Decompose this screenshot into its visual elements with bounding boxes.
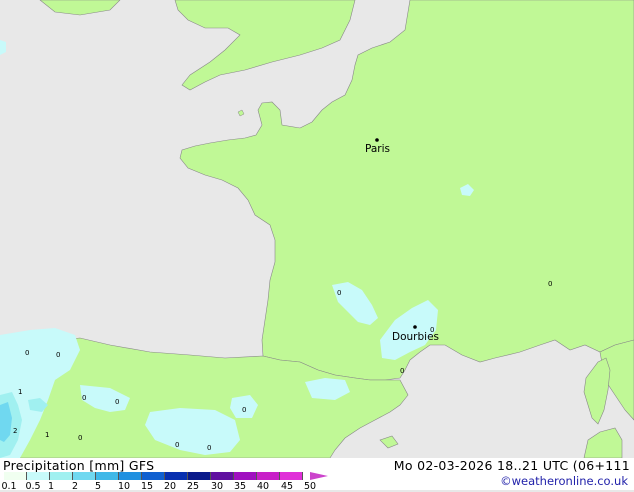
point-value: 0: [25, 349, 29, 357]
scale-tick-label: 10: [117, 481, 131, 492]
legend-datetime: Mo 02-03-2026 18..21 UTC (06+111: [393, 458, 630, 473]
city-marker-dourbies: [413, 325, 417, 329]
color-scale: [4, 472, 303, 480]
credit-link[interactable]: ©weatheronline.co.uk: [500, 474, 628, 488]
point-value: 0: [78, 434, 82, 442]
weather-map: Paris Dourbies 0 0 0 0 0 0 0 0 0 0 0 0 1…: [0, 0, 634, 459]
color-swatch: [280, 472, 303, 480]
point-value: 0: [207, 444, 211, 452]
color-scale-arrow: [310, 472, 328, 480]
city-label-paris: Paris: [365, 143, 390, 155]
point-value: 0: [115, 398, 119, 406]
point-value: 0: [242, 406, 246, 414]
color-swatch: [4, 472, 27, 480]
point-value: 0: [337, 289, 341, 297]
scale-tick-label: 0.5: [25, 481, 41, 492]
scale-tick-label: 50: [303, 481, 317, 492]
scale-tick-label: 30: [210, 481, 224, 492]
point-value: 1: [18, 388, 22, 396]
color-swatch: [50, 472, 73, 480]
legend-title: Precipitation [mm] GFS: [3, 458, 155, 473]
point-value: 2: [13, 427, 17, 435]
scale-tick-label: 0.1: [1, 481, 17, 492]
color-swatch: [27, 472, 50, 480]
point-value: 0: [82, 394, 86, 402]
color-swatch: [211, 472, 234, 480]
color-swatch: [165, 472, 188, 480]
color-swatch: [96, 472, 119, 480]
point-value: 0: [548, 280, 552, 288]
scale-tick-label: 2: [71, 481, 79, 492]
point-value: 0: [175, 441, 179, 449]
color-swatch: [73, 472, 96, 480]
scale-tick-label: 35: [233, 481, 247, 492]
point-value: 1: [45, 431, 49, 439]
city-marker-paris: [375, 138, 379, 142]
point-value: 0: [430, 326, 434, 334]
color-swatch: [257, 472, 280, 480]
scale-tick-label: 20: [163, 481, 177, 492]
scale-tick-label: 5: [94, 481, 102, 492]
color-swatch: [188, 472, 211, 480]
legend-bar: Precipitation [mm] GFS Mo 02-03-2026 18.…: [0, 458, 634, 492]
color-swatch: [142, 472, 165, 480]
scale-tick-label: 40: [256, 481, 270, 492]
scale-tick-label: 25: [186, 481, 200, 492]
color-swatch: [234, 472, 257, 480]
scale-tick-label: 1: [47, 481, 55, 492]
point-value: 0: [400, 367, 404, 375]
scale-tick-label: 45: [280, 481, 294, 492]
color-swatch: [119, 472, 142, 480]
scale-tick-label: 15: [140, 481, 154, 492]
point-value: 0: [56, 351, 60, 359]
